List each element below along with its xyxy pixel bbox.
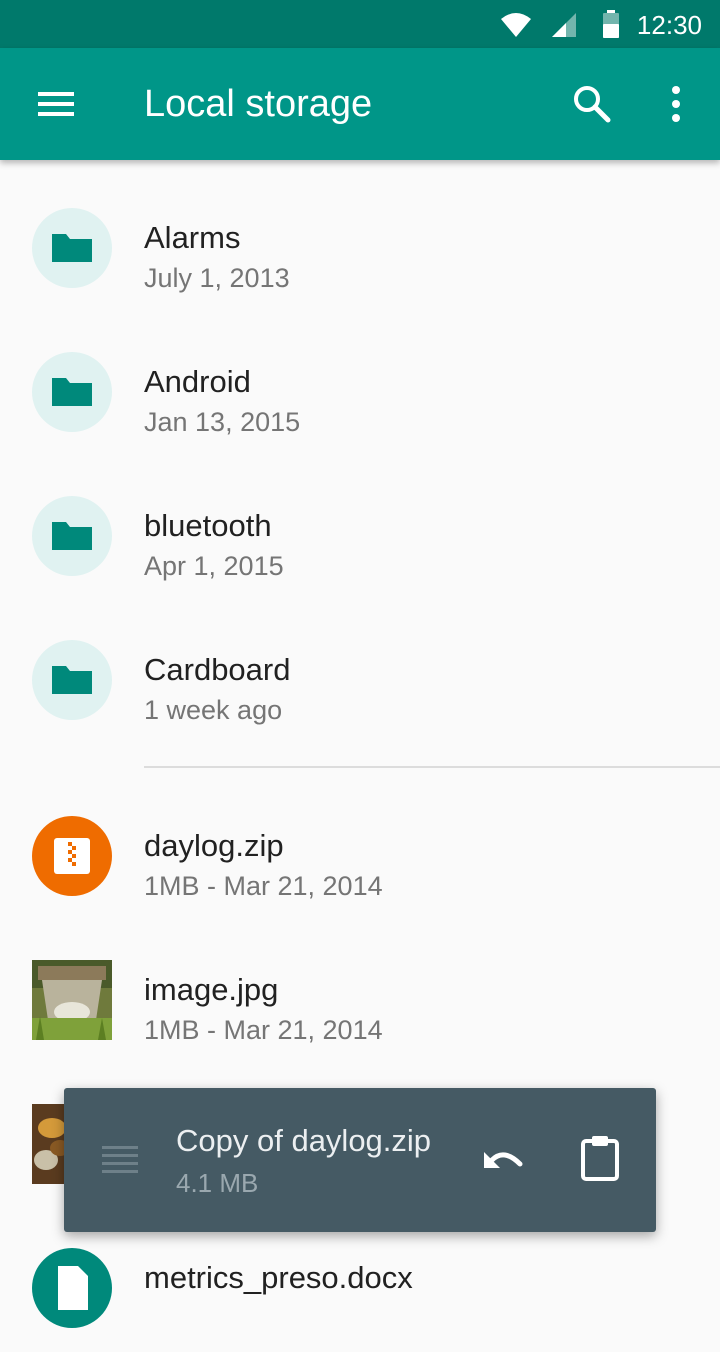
folder-avatar — [32, 640, 112, 720]
folder-avatar — [32, 496, 112, 576]
list-item[interactable]: Alarms July 1, 2013 — [0, 168, 720, 312]
file-name: bluetooth — [144, 508, 272, 543]
list-item[interactable]: bluetooth Apr 1, 2015 — [0, 456, 720, 600]
menu-button[interactable] — [36, 88, 76, 120]
file-meta: July 1, 2013 — [144, 263, 290, 293]
zip-avatar — [32, 816, 112, 896]
drag-handle[interactable] — [100, 1144, 140, 1176]
app-bar: Local storage — [0, 48, 720, 160]
status-bar: 12:30 — [0, 0, 720, 48]
folder-avatar — [32, 352, 112, 432]
image-thumbnail — [32, 960, 112, 1040]
file-meta: Apr 1, 2015 — [144, 551, 284, 581]
doc-icon — [58, 1266, 88, 1310]
file-name: image.jpg — [144, 972, 279, 1007]
zip-icon — [54, 838, 90, 874]
list-item[interactable]: Cardboard 1 week ago — [0, 600, 720, 744]
drag-handle-icon — [102, 1146, 138, 1173]
list-item[interactable]: daylog.zip 1MB - Mar 21, 2014 — [0, 776, 720, 920]
list-item[interactable]: image.jpg 1MB - Mar 21, 2014 — [0, 920, 720, 1064]
divider — [144, 766, 720, 768]
copy-snackbar: Copy of daylog.zip 4.1 MB — [64, 1088, 656, 1232]
clipboard-icon — [581, 1136, 619, 1181]
list-item[interactable]: Android Jan 13, 2015 — [0, 312, 720, 456]
page-title: Local storage — [144, 83, 373, 125]
menu-icon — [38, 92, 74, 116]
folder-avatar — [32, 208, 112, 288]
snackbar-size: 4.1 MB — [176, 1168, 259, 1198]
file-name: Cardboard — [144, 652, 291, 687]
file-meta: 1 week ago — [144, 695, 283, 725]
undo-icon — [484, 1152, 523, 1168]
file-name: Alarms — [144, 220, 241, 255]
file-meta: 1MB - Mar 21, 2014 — [144, 871, 383, 901]
search-button[interactable] — [570, 82, 614, 126]
clock: 12:30 — [636, 10, 702, 40]
battery-icon — [603, 10, 619, 38]
folder-icon — [52, 666, 92, 694]
image-icon — [32, 960, 112, 1040]
more-options-button[interactable] — [664, 84, 688, 124]
cell-signal-icon — [552, 13, 576, 37]
more-vert-icon — [672, 86, 680, 122]
paste-button[interactable] — [580, 1134, 620, 1182]
undo-button[interactable] — [480, 1140, 528, 1180]
folder-icon — [52, 378, 92, 406]
search-icon — [574, 86, 611, 123]
folder-icon — [52, 522, 92, 550]
file-meta: Jan 13, 2015 — [144, 407, 301, 437]
file-meta: 1MB - Mar 21, 2014 — [144, 1015, 383, 1045]
file-name: daylog.zip — [144, 828, 284, 863]
snackbar-title: Copy of daylog.zip — [176, 1123, 432, 1158]
doc-avatar — [32, 1248, 112, 1328]
wifi-icon — [501, 13, 531, 37]
file-name: Android — [144, 364, 251, 399]
file-name: metrics_preso.docx — [144, 1260, 413, 1295]
folder-icon — [52, 234, 92, 262]
